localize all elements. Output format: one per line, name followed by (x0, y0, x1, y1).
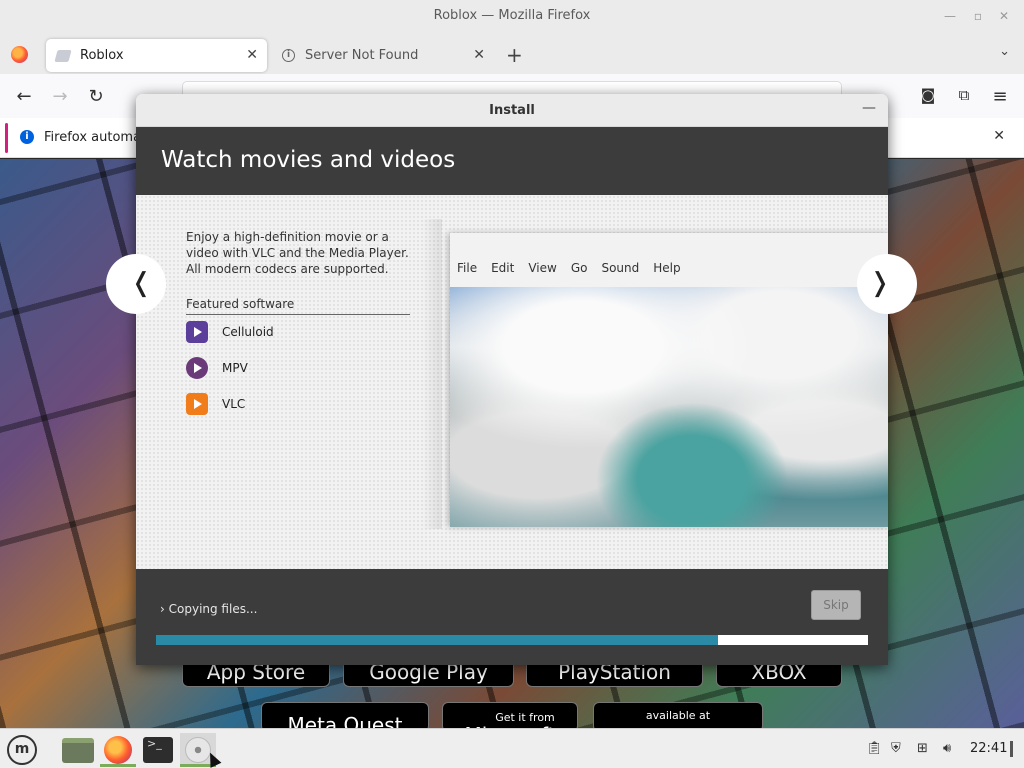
player-menubar: File Edit View Go Sound Help (450, 261, 688, 283)
window-title: Roblox — Mozilla Firefox (433, 8, 591, 23)
skip-button[interactable]: Skip (811, 590, 861, 620)
pocket-icon[interactable]: ◙ (916, 86, 940, 104)
info-icon: i (20, 130, 34, 144)
reload-button[interactable]: ↻ (84, 86, 108, 107)
chevron-down-icon[interactable]: ⌄ (999, 44, 1010, 59)
menu-icon[interactable]: ≡ (988, 86, 1012, 107)
menu-sound: Sound (601, 261, 640, 275)
next-slide-button[interactable]: ❭ (857, 254, 917, 314)
firefox-view-icon[interactable] (11, 46, 28, 63)
previous-slide-button[interactable]: ❬ (106, 254, 166, 314)
tab-label: Server Not Found (305, 48, 419, 63)
slide-shadow (422, 219, 442, 529)
software-item-mpv: MPV (186, 356, 248, 380)
tab-close-icon[interactable]: ✕ (246, 47, 258, 63)
software-name: MPV (222, 361, 248, 375)
close-icon[interactable]: ✕ (993, 128, 1005, 144)
tab-close-icon[interactable]: ✕ (473, 47, 485, 63)
volume-icon[interactable]: 🔊︎ (943, 741, 951, 756)
info-icon: i (282, 49, 295, 62)
software-name: Celluloid (222, 325, 274, 339)
vlc-icon (186, 393, 208, 415)
maximize-button[interactable]: ▫ (970, 9, 986, 23)
software-item-vlc: VLC (186, 392, 245, 416)
roblox-icon (54, 49, 72, 62)
firefox-titlebar: Roblox — Mozilla Firefox — ▫ ✕ (0, 0, 1024, 34)
slide-title: Watch movies and videos (161, 147, 456, 173)
menu-view: View (528, 261, 557, 275)
status-label: Copying files... (168, 602, 258, 616)
network-icon[interactable]: ⊞ (917, 741, 928, 756)
installer-window: Install — Watch movies and videos Enjoy … (136, 94, 888, 665)
progress-bar (156, 635, 868, 645)
menu-help: Help (653, 261, 681, 275)
installer-footer: › Copying files... Skip (136, 569, 888, 665)
tab-server-not-found[interactable]: i Server Not Found ✕ (272, 39, 494, 72)
minimize-button[interactable]: — (942, 9, 958, 23)
terminal-icon[interactable]: >_ (140, 733, 176, 767)
forward-button[interactable]: → (48, 86, 72, 107)
minimize-button[interactable]: — (862, 100, 876, 116)
back-button[interactable]: ← (12, 86, 36, 107)
slide-header: Watch movies and videos (136, 127, 888, 195)
slide-description: Enjoy a high-definition movie or a video… (186, 230, 409, 276)
slide-body: Enjoy a high-definition movie or a video… (136, 195, 888, 569)
clipboard-icon[interactable]: 📋︎ (866, 741, 883, 756)
extensions-icon[interactable]: ⧉ (952, 86, 976, 104)
progress-fill (156, 635, 719, 645)
firefox-icon[interactable] (100, 733, 136, 767)
featured-software-heading: Featured software (186, 297, 410, 315)
media-player-preview: File Edit View Go Sound Help (450, 233, 888, 527)
show-desktop-button[interactable] (1010, 741, 1013, 757)
notification-text: Firefox automa (44, 130, 142, 145)
status-text[interactable]: › Copying files... (160, 602, 257, 616)
menu-edit: Edit (491, 261, 515, 275)
tab-label: Roblox (80, 48, 124, 63)
close-window-button[interactable]: ✕ (996, 9, 1012, 23)
shield-icon[interactable]: ⛨ (891, 741, 901, 756)
installer-title: Install (489, 103, 535, 118)
notification-stripe (5, 123, 8, 153)
mint-menu-icon[interactable]: m (4, 733, 40, 767)
files-icon[interactable] (60, 733, 96, 767)
mpv-icon (186, 357, 208, 379)
installer-titlebar: Install — (136, 94, 888, 127)
video-frame-clouds (450, 287, 888, 527)
new-tab-button[interactable]: + (506, 43, 523, 67)
tab-roblox[interactable]: Roblox ✕ (46, 39, 267, 72)
software-name: VLC (222, 397, 246, 411)
celluloid-icon (186, 321, 208, 343)
taskbar: m >_ 📋︎ ⛨ ⊞ 🔊︎ 22:41 (0, 728, 1024, 768)
software-item-celluloid: Celluloid (186, 320, 274, 344)
menu-file: File (457, 261, 478, 275)
menu-go: Go (570, 261, 588, 275)
clock[interactable]: 22:41 (970, 741, 1007, 756)
